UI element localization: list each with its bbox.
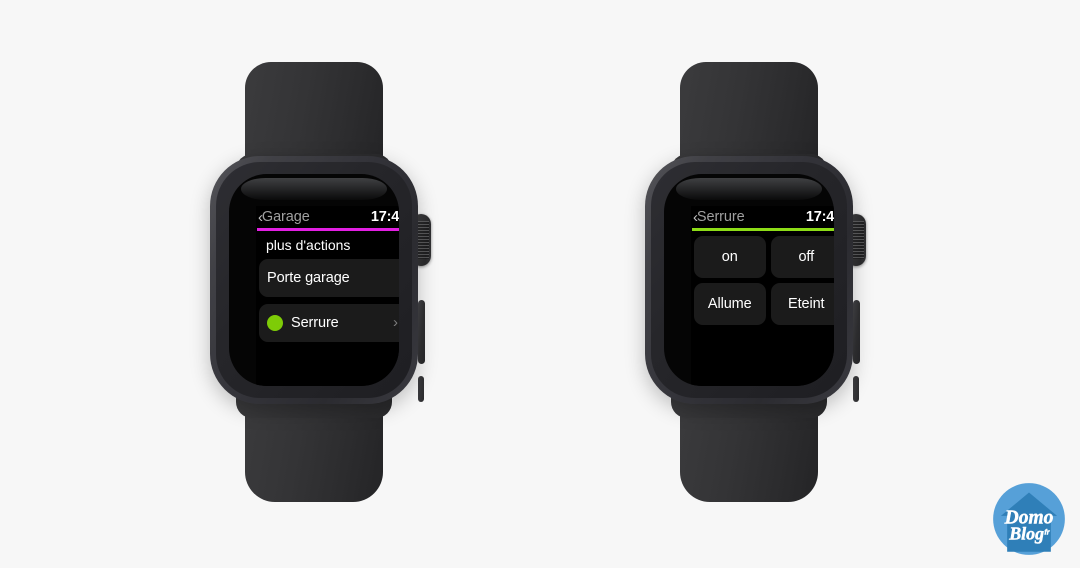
domoblog-logo: Domo Blog fr (990, 480, 1068, 558)
back-button-label: Garage (261, 209, 310, 225)
watch-case-inner: ‹ Serrure 17:41 on off Allume Eteint (651, 162, 847, 398)
accent-rule (257, 228, 399, 231)
list-item-label: Serrure (291, 314, 339, 331)
watch-glass: ‹ Garage 17:41 plus d'actions Porte gara… (229, 174, 399, 386)
watch-screen-garage[interactable]: ‹ Garage 17:41 plus d'actions Porte gara… (256, 206, 399, 386)
watch-case: ‹ Serrure 17:41 on off Allume Eteint (645, 156, 853, 404)
action-button-on[interactable]: on (694, 235, 766, 278)
watch-case-inner: ‹ Garage 17:41 plus d'actions Porte gara… (216, 162, 412, 398)
watch-case: ‹ Garage 17:41 plus d'actions Porte gara… (210, 156, 418, 404)
logo-text-blog: Blog (1008, 523, 1044, 543)
status-dot-icon (267, 314, 283, 331)
list-caption: plus d'actions (266, 236, 351, 253)
action-button-off[interactable]: off (770, 235, 834, 278)
back-button[interactable]: ‹ Serrure (693, 209, 745, 225)
action-button-grid: on off Allume Eteint (691, 235, 834, 325)
accent-rule (692, 228, 834, 231)
action-button-eteint[interactable]: Eteint (770, 282, 834, 325)
status-bar: ‹ Serrure 17:41 (691, 206, 834, 228)
watch-screen-serrure[interactable]: ‹ Serrure 17:41 on off Allume Eteint (691, 206, 834, 386)
side-button[interactable] (418, 300, 425, 364)
clock: 17:41 (370, 209, 399, 225)
list-item[interactable]: Porte garage (259, 258, 399, 297)
glass-reflection (676, 178, 822, 200)
status-bar: ‹ Garage 17:41 (256, 206, 399, 228)
list-area: plus d'actions Porte garage Serrure › (256, 236, 399, 342)
back-button[interactable]: ‹ Garage (258, 209, 310, 225)
glass-reflection (241, 178, 387, 200)
screenshot-stage: ‹ Garage 17:41 plus d'actions Porte gara… (0, 0, 1080, 568)
list-item[interactable]: Serrure › (259, 303, 399, 342)
chevron-right-icon: › (393, 314, 398, 331)
speaker-grille (418, 376, 424, 402)
list-item-label: Porte garage (267, 269, 350, 286)
side-button[interactable] (853, 300, 860, 364)
action-button-allume[interactable]: Allume (694, 282, 766, 325)
watch-glass: ‹ Serrure 17:41 on off Allume Eteint (664, 174, 834, 386)
back-button-label: Serrure (696, 209, 745, 225)
apple-watch-garage: ‹ Garage 17:41 plus d'actions Porte gara… (206, 62, 431, 502)
clock: 17:41 (805, 209, 834, 225)
apple-watch-serrure: ‹ Serrure 17:41 on off Allume Eteint (641, 62, 866, 502)
speaker-grille (853, 376, 859, 402)
